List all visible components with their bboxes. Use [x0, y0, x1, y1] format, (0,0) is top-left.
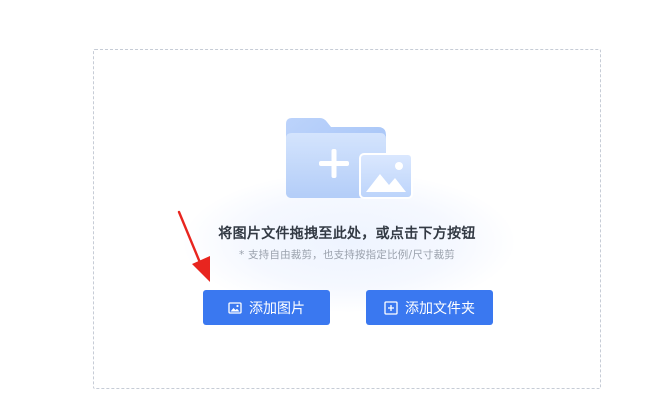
- plus-square-icon: [384, 300, 398, 315]
- image-icon: [228, 301, 242, 315]
- folder-add-image-icon: [286, 118, 413, 199]
- add-image-button[interactable]: 添加图片: [203, 290, 330, 325]
- add-folder-label: 添加文件夹: [405, 300, 475, 317]
- add-folder-button[interactable]: 添加文件夹: [366, 290, 493, 325]
- add-image-label: 添加图片: [249, 300, 305, 317]
- app-window: 将图片文件拖拽至此处，或点击下方按钮 * 支持自由裁剪，也支持按指定比例/尺寸裁…: [0, 0, 660, 418]
- red-arrow-icon: [177, 210, 210, 282]
